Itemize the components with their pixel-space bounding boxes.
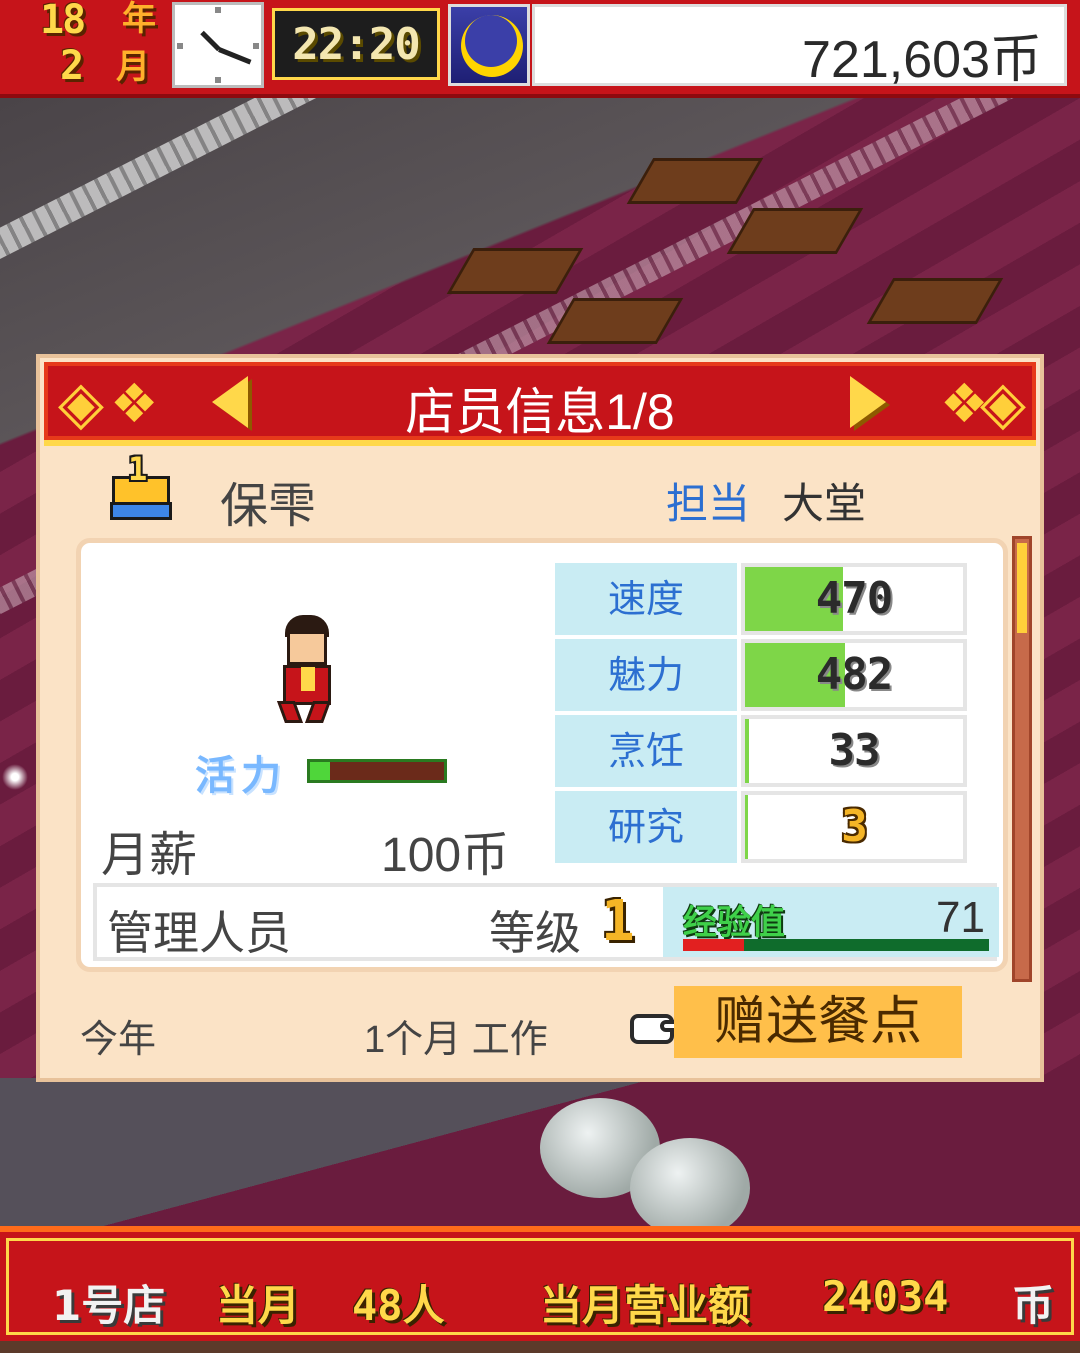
staff-detail-card: 活力 月薪 100币 速度 470 魅力 482 烹饪 33 研究 3 管理人员… — [76, 538, 1008, 972]
stats-table: 速度 470 魅力 482 烹饪 33 研究 3 — [555, 563, 967, 867]
experience-value: 71 — [936, 893, 985, 942]
staff-portrait — [271, 615, 343, 727]
bottom-status-bar: 1号店 当月 48人 当月营业额 24034 币 — [0, 1226, 1080, 1353]
stat-bar: 482 — [741, 639, 967, 711]
month-label: 当月 — [216, 1281, 301, 1330]
stat-value: 3 — [841, 801, 868, 852]
stat-label: 研究 — [555, 791, 737, 863]
salary-label: 月薪 — [101, 827, 198, 883]
grade-label: 等级 — [489, 906, 581, 960]
ornament-icon: ◈ — [979, 368, 1027, 438]
moon-icon — [448, 4, 530, 86]
rank-crown-icon: 1 — [106, 450, 176, 524]
rank-number: 1 — [128, 450, 148, 488]
currency-unit: 币 — [1012, 1281, 1055, 1330]
grade-value: 1 — [601, 889, 635, 954]
stat-label: 速度 — [555, 563, 737, 635]
stat-value: 470 — [815, 573, 893, 624]
staff-name: 保雫 — [220, 478, 317, 534]
year-unit: 年 — [122, 0, 156, 39]
stat-value: 482 — [815, 649, 893, 700]
salary-value: 100币 — [381, 829, 510, 882]
snowy-tree — [630, 1138, 750, 1228]
post-value: 大堂 — [782, 479, 867, 528]
clock-icon — [172, 2, 264, 88]
experience-box: 经验值 71 — [663, 887, 999, 957]
money-display: 721,603币 — [532, 4, 1067, 89]
time-display: 22:20 — [272, 8, 440, 80]
next-staff-button[interactable] — [850, 376, 886, 428]
stat-row-speed: 速度 470 — [555, 563, 967, 635]
management-row: 管理人员 等级 1 经验值 71 — [93, 883, 999, 961]
scrollbar[interactable] — [1012, 536, 1032, 982]
experience-fill — [683, 939, 745, 951]
stat-label: 烹饪 — [555, 715, 737, 787]
experience-label: 经验值 — [683, 903, 785, 943]
vitality-fill — [310, 762, 331, 780]
stat-value: 33 — [828, 725, 881, 776]
stat-label: 魅力 — [555, 639, 737, 711]
this-year-label: 今年 — [80, 1017, 157, 1061]
street-lamp — [2, 764, 28, 790]
month-number: 2 — [60, 43, 84, 89]
stat-row-cooking: 烹饪 33 — [555, 715, 967, 787]
gift-meal-button[interactable]: 赠送餐点 — [674, 986, 962, 1058]
month-unit: 月 — [116, 47, 150, 87]
time-text: 22:20 — [292, 18, 420, 70]
stat-row-research: 研究 3 — [555, 791, 967, 863]
revenue-label: 当月营业额 — [540, 1281, 751, 1330]
post-label: 担当 — [666, 479, 751, 528]
top-hud: 18 年 2 月 22:20 721,603币 — [0, 0, 1080, 98]
vitality-label: 活力 — [195, 753, 287, 799]
experience-bar — [683, 939, 989, 951]
panel-header: ◈ ❖ 店员信息1/8 ❖ ◈ — [44, 362, 1036, 446]
money-amount: 721,603币 — [802, 31, 1042, 89]
staff-info-panel: ◈ ❖ 店员信息1/8 ❖ ◈ 1 保雫 担当 大堂 活力 月薪 100币 速度 — [36, 354, 1044, 1082]
vitality-bar — [307, 759, 447, 783]
stat-row-charm: 魅力 482 — [555, 639, 967, 711]
stat-bar: 33 — [741, 715, 967, 787]
panel-title: 店员信息1/8 — [405, 384, 675, 440]
shop-number: 1号店 — [52, 1281, 166, 1330]
year-number: 18 — [40, 0, 86, 43]
work-months: 1个月 工作 — [364, 1019, 548, 1061]
scrollbar-thumb[interactable] — [1017, 543, 1027, 633]
customer-count: 48人 — [352, 1281, 445, 1330]
management-label: 管理人员 — [107, 906, 291, 960]
stat-bar: 3 — [741, 791, 967, 863]
revenue-amount: 24034 — [822, 1272, 949, 1321]
stat-bar: 470 — [741, 563, 967, 635]
date-display: 18 年 2 月 — [0, 0, 170, 94]
